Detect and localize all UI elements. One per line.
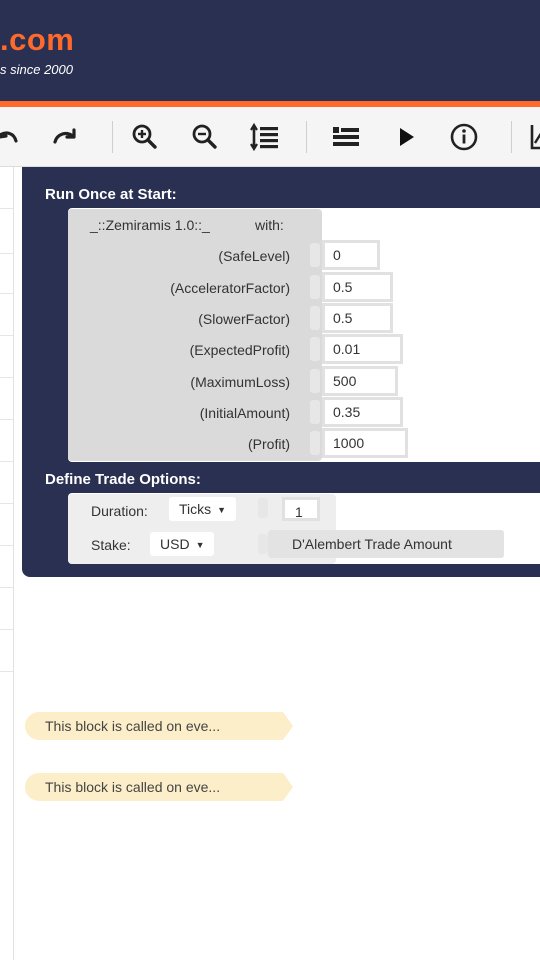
toggle-list-button[interactable] (330, 121, 362, 153)
param-value-field[interactable]: 0 (322, 240, 380, 270)
param-connector (310, 400, 320, 424)
param-label: (ExpectedProfit) (189, 342, 290, 358)
trade-options-label: Define Trade Options: (45, 471, 201, 488)
function-name: _::Zemiramis 1.0::_ (90, 217, 210, 233)
rail-divider (0, 335, 13, 336)
workspace-toolbar (0, 107, 540, 167)
param-connector (310, 275, 320, 299)
duration-value-field[interactable]: 1 (282, 497, 320, 521)
undo-button[interactable] (0, 121, 24, 153)
stake-currency-value: USD (160, 536, 190, 552)
param-connector (310, 337, 320, 361)
duration-connector (258, 498, 268, 518)
rail-divider (0, 629, 13, 630)
rail-divider (0, 503, 13, 504)
toolbox-rail[interactable] (0, 167, 14, 960)
param-label: (AcceleratorFactor) (170, 280, 290, 296)
rail-divider (0, 208, 13, 209)
zoom-in-button[interactable] (129, 121, 161, 153)
stake-connector (258, 534, 268, 554)
rail-divider (0, 461, 13, 462)
rail-divider (0, 671, 13, 672)
duration-label: Duration: (91, 503, 148, 519)
param-label: (Profit) (248, 436, 290, 452)
param-label: (InitialAmount) (199, 405, 290, 421)
param-connector (310, 369, 320, 393)
duration-unit-value: Ticks (179, 501, 212, 517)
rail-divider (0, 253, 13, 254)
app-header: .com s since 2000 (0, 0, 540, 101)
run-once-label: Run Once at Start: (45, 186, 177, 203)
info-button[interactable] (448, 121, 480, 153)
chart-icon (530, 125, 540, 150)
info-icon (450, 123, 478, 151)
rail-divider (0, 419, 13, 420)
redo-button[interactable] (49, 121, 81, 153)
sort-blocks-button[interactable] (249, 121, 281, 153)
chart-button[interactable] (527, 121, 540, 153)
param-value-field[interactable]: 1000 (322, 428, 408, 458)
param-value-field[interactable]: 0.5 (322, 303, 393, 333)
zemiramis-function-block[interactable] (68, 209, 322, 461)
param-connector (310, 243, 320, 267)
param-value-field[interactable]: 0.5 (322, 272, 393, 302)
zoom-in-icon (132, 124, 157, 149)
sort-lines-icon (250, 122, 278, 152)
duration-unit-dropdown[interactable]: Ticks ▼ (169, 497, 237, 521)
undo-icon (0, 131, 18, 143)
zoom-out-button[interactable] (189, 121, 221, 153)
redo-icon (53, 128, 76, 144)
rail-divider (0, 293, 13, 294)
rail-divider (0, 377, 13, 378)
comment-block[interactable]: This block is called on eve... (25, 773, 283, 801)
comment-tail (283, 773, 293, 801)
rail-divider (0, 587, 13, 588)
toolbar-separator (112, 121, 113, 153)
param-value-field[interactable]: 500 (322, 366, 398, 396)
stake-amount-block[interactable]: D'Alembert Trade Amount (268, 530, 504, 558)
param-connector (310, 431, 320, 455)
param-label: (SlowerFactor) (198, 311, 290, 327)
zoom-out-icon (192, 124, 217, 149)
param-connector (310, 306, 320, 330)
param-value-field[interactable]: 0.01 (322, 334, 403, 364)
list-icon (333, 127, 359, 146)
logo-tagline: s since 2000 (0, 62, 73, 77)
comment-tail (283, 712, 293, 740)
rail-divider (0, 545, 13, 546)
caret-down-icon: ▼ (217, 505, 227, 515)
comment-block[interactable]: This block is called on eve... (25, 712, 283, 740)
logo-text: .com (0, 22, 75, 57)
param-label: (MaximumLoss) (190, 374, 290, 390)
stake-currency-dropdown[interactable]: USD ▼ (150, 532, 215, 556)
caret-down-icon: ▼ (195, 540, 205, 550)
param-label: (SafeLevel) (218, 248, 290, 264)
toolbar-separator (511, 121, 512, 153)
stake-label: Stake: (91, 537, 131, 553)
param-value-field[interactable]: 0.35 (322, 397, 403, 427)
run-button[interactable] (390, 121, 422, 153)
toolbar-separator (306, 121, 307, 153)
play-icon (400, 128, 414, 146)
function-with-label: with: (255, 217, 284, 233)
